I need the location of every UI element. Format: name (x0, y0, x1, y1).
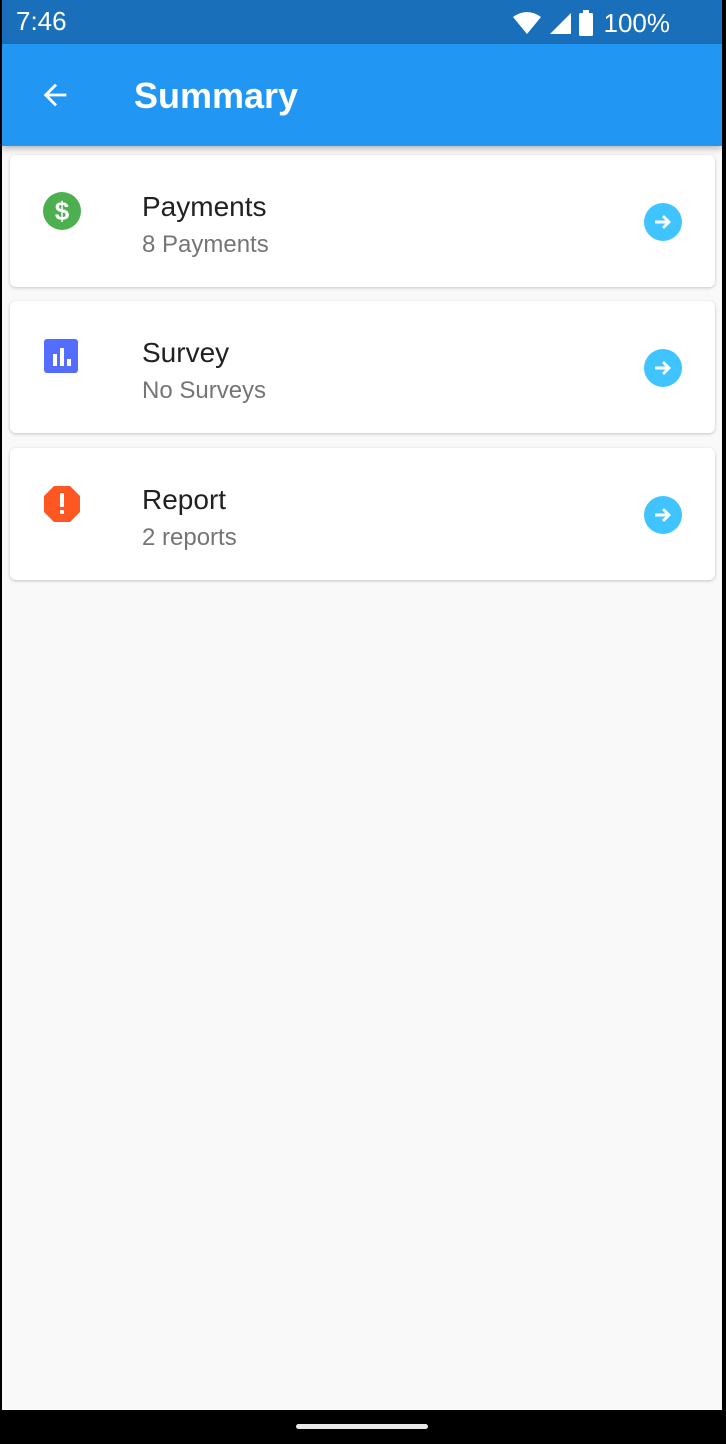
home-handle[interactable] (296, 1424, 428, 1429)
card-title: Survey (142, 337, 230, 368)
card-subtitle: No Surveys (142, 377, 267, 404)
arrow-right-circle-icon[interactable] (644, 203, 682, 241)
status-icons: 100% (512, 7, 671, 38)
card-title: Payments (142, 191, 267, 222)
svg-text:$: $ (55, 196, 70, 226)
battery-percent: 100% (603, 7, 671, 38)
arrow-right-circle-icon[interactable] (644, 349, 682, 387)
card-subtitle: 8 Payments (142, 231, 269, 258)
bar-chart-icon (44, 339, 78, 373)
status-bar: 7:46 100% (2, 0, 722, 44)
alert-octagon-icon (44, 486, 80, 522)
card-subtitle: 2 reports (142, 524, 237, 551)
system-nav-bar (2, 1410, 722, 1444)
page-title: Summary (134, 75, 299, 116)
dollar-circle-icon: $ (43, 192, 81, 230)
wifi-icon (512, 12, 541, 34)
arrow-left-icon (43, 83, 67, 107)
battery-icon (578, 10, 593, 36)
payments-card[interactable]: $ Payments 8 Payments (10, 155, 715, 287)
status-time: 7:46 (16, 6, 67, 36)
arrow-right-circle-icon[interactable] (644, 496, 682, 534)
back-button[interactable] (26, 66, 84, 124)
report-card[interactable]: Report 2 reports (10, 448, 715, 580)
survey-card[interactable]: Survey No Surveys (10, 301, 715, 433)
app-bar: Summary (2, 44, 722, 146)
card-title: Report (142, 484, 227, 515)
cell-signal-icon (549, 13, 571, 34)
app-screen: 7:46 100% Summary $ Payments 8 Payments … (2, 0, 722, 1444)
